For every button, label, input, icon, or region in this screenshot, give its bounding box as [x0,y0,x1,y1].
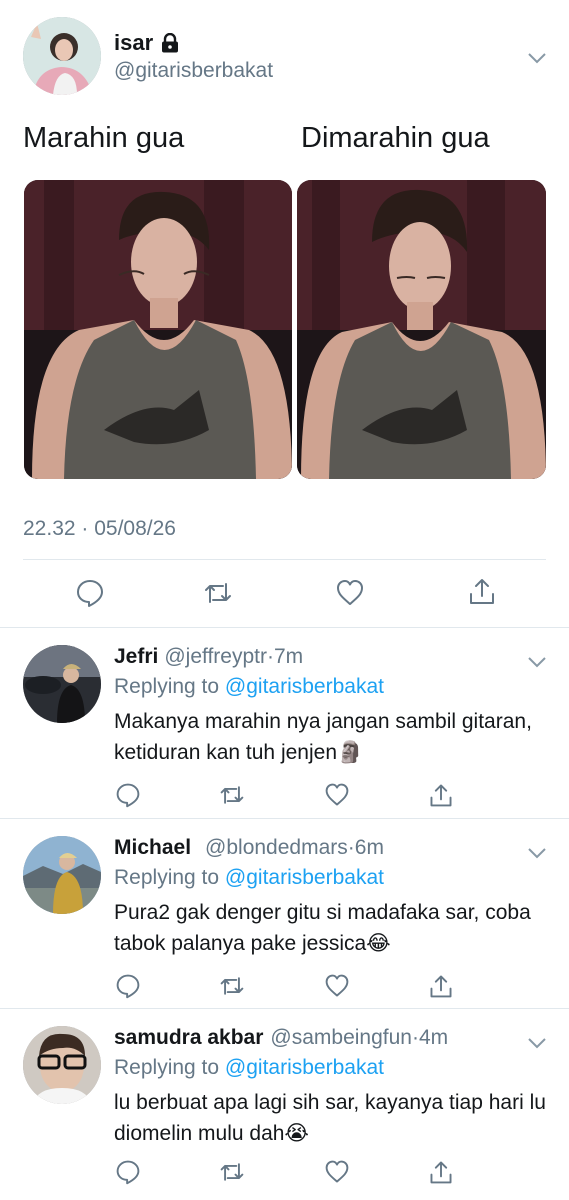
like-icon[interactable] [324,782,350,808]
reply-tweet[interactable]: samudra akbar @sambeingfun·4m Replying to… [0,1009,569,1199]
separator-dot: · [267,645,274,668]
reply-button[interactable] [75,578,105,608]
caption-right: Dimarahin gua [301,122,490,154]
caption-left: Marahin gua [23,122,185,154]
reply-icon [77,580,103,607]
reply-author-handle[interactable]: @blondedmars [205,836,348,859]
media-image-left[interactable] [24,180,292,479]
reply-time: 4m [419,1026,449,1049]
replying-to: Replying to @gitarisberbakat [114,1056,384,1079]
share-icon [470,579,494,604]
separator-dot: · [412,1026,419,1049]
avatar[interactable] [23,645,101,723]
retweet-icon[interactable] [219,1159,245,1185]
reply-author-name[interactable]: Michael [114,836,191,859]
reply-time: 6m [354,836,384,859]
reply-icon[interactable] [115,1159,141,1185]
retweet-icon [205,583,231,603]
mention-link[interactable]: @gitarisberbakat [225,1056,384,1079]
reply-author-name[interactable]: Jefri [114,645,158,668]
mention-link[interactable]: @gitarisberbakat [225,866,384,889]
share-icon[interactable] [428,782,454,808]
chevron-down-icon[interactable] [527,1037,547,1049]
avatar[interactable] [23,1026,101,1104]
avatar[interactable] [23,17,101,95]
share-icon[interactable] [428,1159,454,1185]
lock-icon [162,33,179,53]
reply-tweet[interactable]: Michael @blondedmars·6m Replying to @gita… [0,819,569,1009]
share-icon[interactable] [428,973,454,999]
reply-text: lu berbuat apa lagi sih sar, kayanya tia… [114,1091,546,1145]
reply-icon[interactable] [115,973,141,999]
separator-dot: · [347,836,355,859]
retweet-button[interactable] [203,578,233,608]
reply-author-handle[interactable]: @sambeingfun [270,1026,412,1049]
like-icon[interactable] [324,1159,350,1185]
reply-tweet[interactable]: Jefri @jeffreyptr·7m Replying to @gitaris… [0,628,569,818]
replying-to: Replying to @gitarisberbakat [114,866,384,889]
chevron-down-icon[interactable] [527,847,547,859]
reply-author-name[interactable]: samudra akbar [114,1026,263,1049]
avatar[interactable] [23,836,101,914]
reply-header: Jefri @jeffreyptr·7m [114,645,303,669]
chevron-down-icon[interactable] [527,52,547,64]
share-button[interactable] [467,576,497,606]
reply-icon[interactable] [115,782,141,808]
reply-time: 7m [274,645,304,668]
chevron-down-icon[interactable] [527,656,547,668]
replying-to: Replying to @gitarisberbakat [114,675,384,698]
reply-text: Makanya marahin nya jangan sambil gitara… [114,710,532,764]
reply-author-handle[interactable]: @jeffreyptr [164,645,267,668]
reply-header: samudra akbar @sambeingfun·4m [114,1026,448,1050]
author-handle[interactable]: @gitarisberbakat [114,59,273,83]
divider [23,559,546,560]
like-icon [337,580,363,605]
main-tweet: isar @gitarisberbakat Marahin gua Dimara… [0,0,569,628]
media-image-right[interactable] [297,180,546,479]
mention-link[interactable]: @gitarisberbakat [225,675,384,698]
author-name[interactable]: isar [114,30,179,56]
tweet-timestamp[interactable]: 22.32 · 05/08/26 [23,517,176,541]
retweet-icon[interactable] [219,973,245,999]
retweet-icon[interactable] [219,782,245,808]
like-button[interactable] [335,578,365,608]
reply-header: Michael @blondedmars·6m [114,836,384,860]
reply-text: Pura2 gak denger gitu si madafaka sar, c… [114,901,531,955]
like-icon[interactable] [324,973,350,999]
